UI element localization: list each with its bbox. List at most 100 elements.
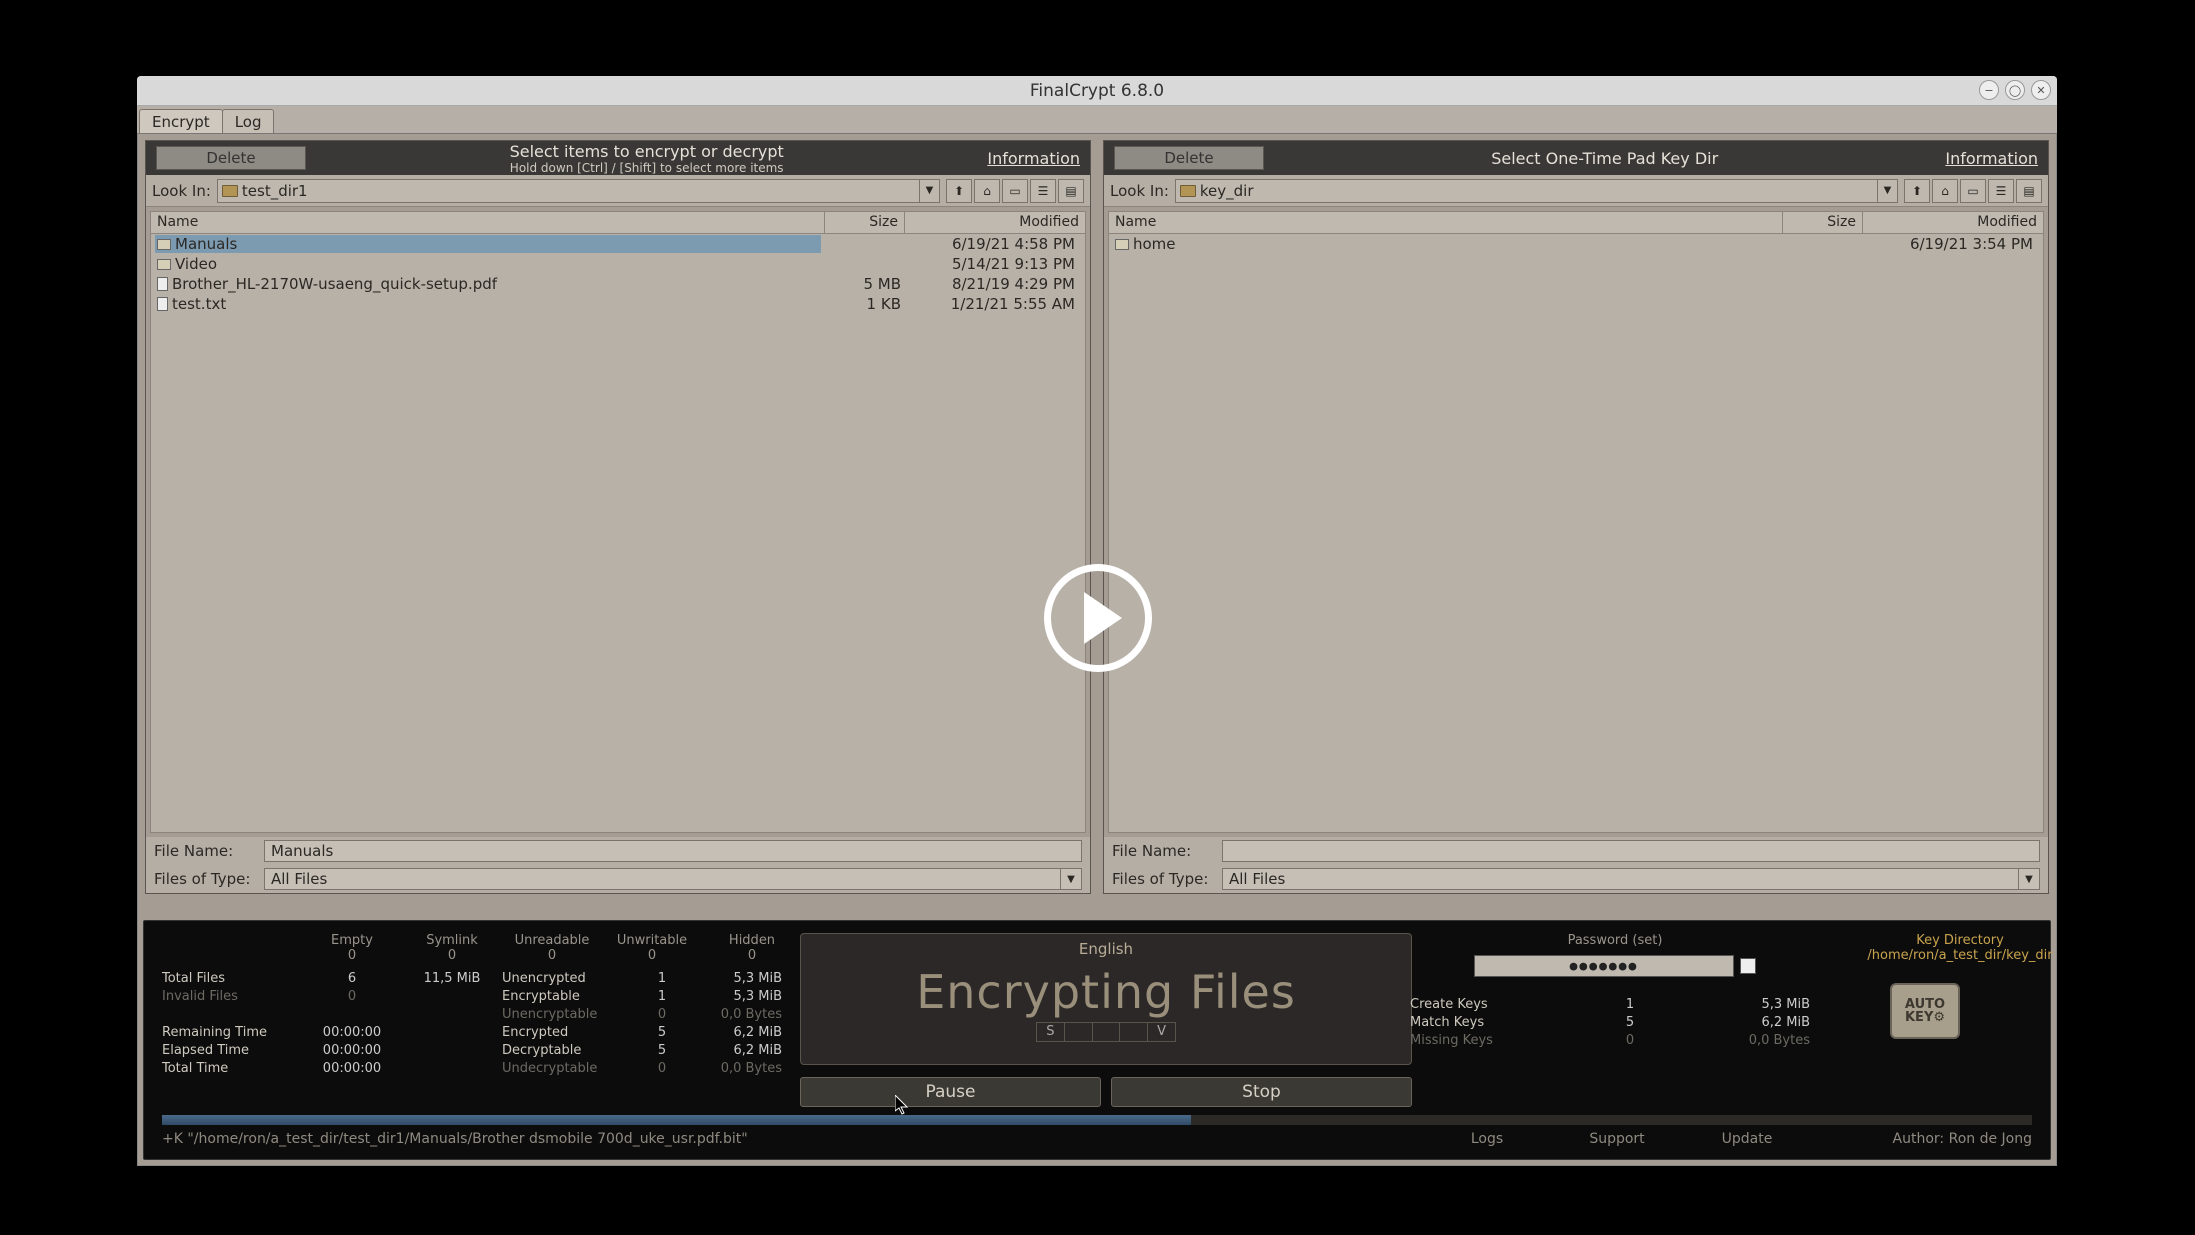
file-name: test.txt (172, 295, 226, 313)
col-modified[interactable]: Modified (1863, 212, 2043, 233)
file-name: home (1133, 235, 1176, 253)
stat-hdr-hidden: Hidden (702, 933, 802, 948)
status-area: Empty Symlink Unreadable Unwritable Hidd… (143, 920, 2051, 1160)
play-overlay-icon[interactable] (1044, 564, 1152, 672)
document-icon (157, 297, 168, 311)
file-modified: 6/19/21 3:54 PM (1859, 235, 2039, 253)
stat-hdr-symlink: Symlink (402, 933, 502, 948)
footer-support[interactable]: Support (1552, 1131, 1682, 1147)
operation-panel: English Encrypting Files S V (800, 933, 1412, 1065)
col-name[interactable]: Name (1109, 212, 1783, 233)
tab-strip: Encrypt Log (137, 106, 2057, 134)
col-name[interactable]: Name (151, 212, 825, 233)
filter-field-right[interactable]: All Files (1222, 868, 2018, 890)
information-link-right[interactable]: Information (1945, 149, 2038, 168)
stop-button[interactable]: Stop (1111, 1077, 1412, 1107)
file-list-left[interactable]: Name Size Modified Manuals 6/19/21 4:58 P… (150, 211, 1086, 833)
filter-label-right: Files of Type: (1112, 870, 1212, 888)
up-dir-icon[interactable]: ⬆ (946, 179, 972, 203)
lookin-field-left[interactable]: test_dir1 (217, 179, 920, 203)
maximize-icon[interactable]: ◯ (2005, 80, 2025, 100)
new-folder-icon[interactable]: ▭ (1960, 179, 1986, 203)
password-block: Password (set) ●●●●●●● Create Keys 1 5,3… (1410, 933, 2030, 1049)
file-modified: 5/14/21 9:13 PM (901, 255, 1081, 273)
key-directory-path: /home/ron/a_test_dir/key_dir (1820, 948, 2100, 963)
stats-row: Remaining Time00:00:00Encrypted56,2 MiB (162, 1023, 802, 1041)
password-header: Password (set) (1410, 933, 1820, 951)
file-modified: 6/19/21 4:58 PM (901, 235, 1081, 253)
titlebar: FinalCrypt 6.8.0 − ◯ ✕ (137, 76, 2057, 106)
close-icon[interactable]: ✕ (2031, 80, 2051, 100)
folder-icon (1180, 185, 1196, 197)
information-link-left[interactable]: Information (987, 149, 1080, 168)
document-icon (157, 277, 168, 291)
filter-dropdown-right[interactable]: ▼ (2018, 868, 2040, 890)
filename-field-left[interactable]: Manuals (264, 840, 1082, 862)
window-title: FinalCrypt 6.8.0 (1030, 81, 1164, 101)
file-row[interactable]: test.txt 1 KB1/21/21 5:55 AM (151, 294, 1085, 314)
file-modified: 1/21/21 5:55 AM (901, 295, 1081, 313)
stat-hdr-unwritable: Unwritable (602, 933, 702, 948)
details-view-icon[interactable]: ▤ (1058, 179, 1084, 203)
file-name: Manuals (175, 235, 237, 253)
progress-fill (162, 1115, 1191, 1125)
file-row[interactable]: Manuals 6/19/21 4:58 PM (151, 234, 1085, 254)
delete-button-right[interactable]: Delete (1114, 146, 1264, 170)
pause-button[interactable]: Pause (800, 1077, 1101, 1107)
autokey-button[interactable]: AUTO KEY⚙ (1890, 983, 1960, 1039)
file-modified: 8/21/19 4:29 PM (901, 275, 1081, 293)
panel-title-right: Select One-Time Pad Key Dir (1276, 149, 1933, 168)
file-size: 1 KB (821, 295, 901, 313)
lookin-label-left: Look In: (152, 182, 211, 200)
password-show-checkbox[interactable] (1740, 958, 1756, 974)
tab-log[interactable]: Log (222, 109, 275, 133)
col-size[interactable]: Size (1783, 212, 1863, 233)
panel-hint-left: Hold down [Ctrl] / [Shift] to select mor… (318, 161, 975, 175)
footer-logs[interactable]: Logs (1422, 1131, 1552, 1147)
create-keys-label: Create Keys (1410, 997, 1570, 1012)
folder-icon (222, 185, 238, 197)
stats-row: Invalid Files0Encryptable15,3 MiB (162, 987, 802, 1005)
stats-row: Elapsed Time00:00:00Decryptable56,2 MiB (162, 1041, 802, 1059)
delete-button-left[interactable]: Delete (156, 146, 306, 170)
details-view-icon[interactable]: ▤ (2016, 179, 2042, 203)
filter-field-left[interactable]: All Files (264, 868, 1060, 890)
file-list-right[interactable]: Name Size Modified home 6/19/21 3:54 PM (1108, 211, 2044, 833)
home-icon[interactable]: ⌂ (1932, 179, 1958, 203)
home-icon[interactable]: ⌂ (974, 179, 1000, 203)
stat-hdr-unreadable: Unreadable (502, 933, 602, 948)
lookin-field-right[interactable]: key_dir (1175, 179, 1878, 203)
lookin-dropdown-right[interactable]: ▼ (1878, 179, 1898, 203)
file-size: 5 MB (821, 275, 901, 293)
filter-dropdown-left[interactable]: ▼ (1060, 868, 1082, 890)
file-row[interactable]: Brother_HL-2170W-usaeng_quick-setup.pdf5… (151, 274, 1085, 294)
segment-indicator: S V (1036, 1022, 1176, 1042)
col-size[interactable]: Size (825, 212, 905, 233)
stats-block: Empty Symlink Unreadable Unwritable Hidd… (162, 933, 802, 1077)
key-directory-label: Key Directory (1820, 933, 2100, 948)
panel-title-left: Select items to encrypt or decrypt (318, 142, 975, 161)
progress-bar (162, 1115, 2032, 1125)
panel-keydir: Delete Select One-Time Pad Key Dir Infor… (1103, 140, 2049, 894)
up-dir-icon[interactable]: ⬆ (1904, 179, 1930, 203)
language-label[interactable]: English (1079, 940, 1133, 962)
file-row[interactable]: home 6/19/21 3:54 PM (1109, 234, 2043, 254)
list-view-icon[interactable]: ☰ (1030, 179, 1056, 203)
filename-label-left: File Name: (154, 842, 254, 860)
missing-keys-label: Missing Keys (1410, 1033, 1570, 1048)
minimize-icon[interactable]: − (1979, 80, 1999, 100)
lookin-dropdown-left[interactable]: ▼ (920, 179, 940, 203)
stat-hdr-empty: Empty (302, 933, 402, 948)
file-row[interactable]: Video5/14/21 9:13 PM (151, 254, 1085, 274)
tab-encrypt[interactable]: Encrypt (139, 109, 223, 133)
list-view-icon[interactable]: ☰ (1988, 179, 2014, 203)
operation-headline: Encrypting Files (916, 962, 1296, 1022)
footer-update[interactable]: Update (1682, 1131, 1812, 1147)
filename-field-right[interactable] (1222, 840, 2040, 862)
footer-message: +K "/home/ron/a_test_dir/test_dir1/Manua… (162, 1131, 1422, 1147)
folder-icon (157, 239, 171, 250)
password-input[interactable]: ●●●●●●● (1474, 955, 1734, 977)
folder-icon (157, 259, 171, 270)
col-modified[interactable]: Modified (905, 212, 1085, 233)
new-folder-icon[interactable]: ▭ (1002, 179, 1028, 203)
